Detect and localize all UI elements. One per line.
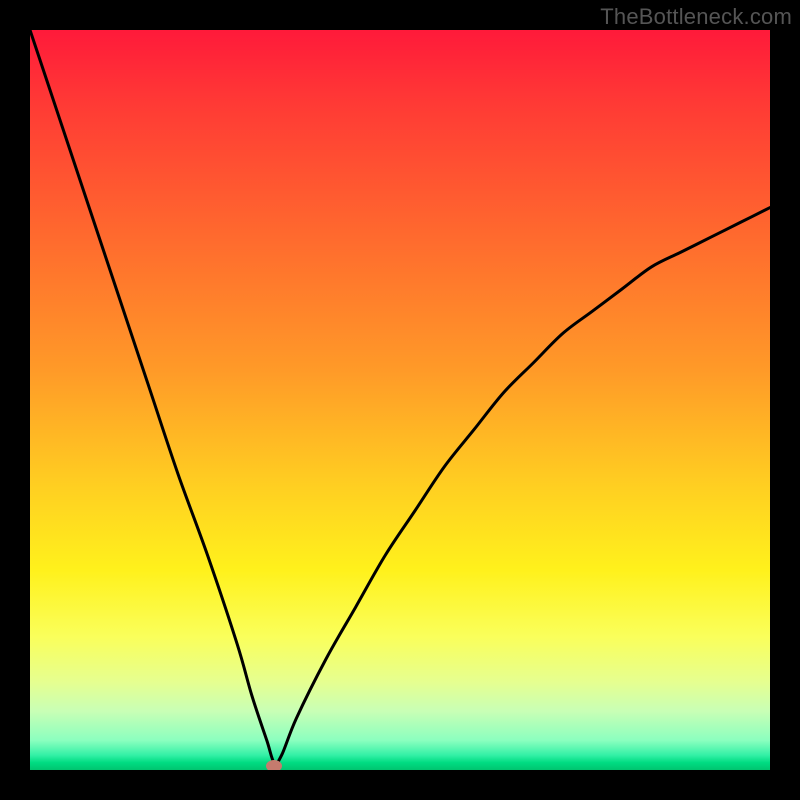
minimum-point-marker [266, 760, 282, 770]
plot-area [30, 30, 770, 770]
curve-svg [30, 30, 770, 770]
bottleneck-curve-path [30, 30, 770, 764]
watermark-text: TheBottleneck.com [600, 4, 792, 30]
chart-frame: TheBottleneck.com [0, 0, 800, 800]
